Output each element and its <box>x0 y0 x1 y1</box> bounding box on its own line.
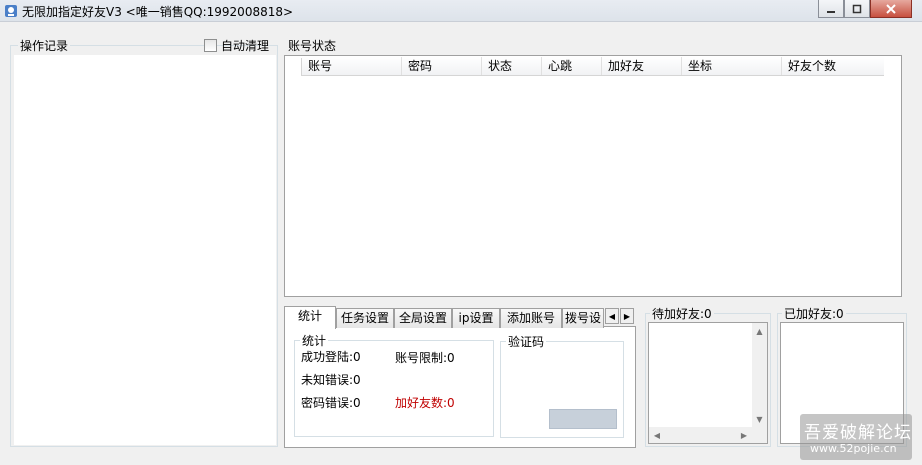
unknown-error-label: 未知错误: <box>301 373 354 387</box>
added-friends-count: 0 <box>836 307 844 321</box>
account-limit-stat: 账号限制:0 <box>395 349 455 366</box>
tab-task-settings[interactable]: 任务设置 <box>336 308 394 328</box>
account-status-table[interactable] <box>284 55 902 297</box>
tab-dial-settings[interactable]: 拨号设 <box>562 308 604 328</box>
account-limit-value: 0 <box>447 351 455 365</box>
tab-scroll-right-button[interactable]: ▶ <box>620 308 634 324</box>
password-error-label: 密码错误: <box>301 396 354 410</box>
column-header-password[interactable]: 密码 <box>402 57 482 75</box>
tab-strip: 统计 任务设置 全局设置 ip设置 添加账号 拨号设 ◀ ▶ <box>284 306 636 329</box>
minimize-button[interactable] <box>818 0 844 18</box>
arrow-left-icon: ◀ <box>653 430 661 440</box>
close-button[interactable] <box>870 0 912 18</box>
pending-friends-header: 待加好友:0 <box>650 305 714 322</box>
column-header-status[interactable]: 状态 <box>482 57 542 75</box>
added-friends-header: 已加好友:0 <box>782 305 846 322</box>
auto-clear-checkbox[interactable] <box>204 39 217 52</box>
auto-clear-label: 自动清理 <box>221 39 270 53</box>
scroll-left-button[interactable]: ◀ <box>649 427 665 443</box>
account-table-header: 账号 密码 状态 心跳 加好友 坐标 好友个数 <box>302 57 884 76</box>
pending-horizontal-scrollbar[interactable]: ◀ ▶ <box>649 427 752 443</box>
password-error-stat: 密码错误:0 <box>301 394 361 411</box>
captcha-group-title: 验证码 <box>506 333 547 350</box>
app-icon <box>5 5 17 17</box>
success-login-value: 0 <box>353 350 361 364</box>
add-friends-stat: 加好友数:0 <box>395 394 455 411</box>
column-header-heartbeat[interactable]: 心跳 <box>542 57 602 75</box>
success-login-label: 成功登陆: <box>301 350 354 364</box>
column-header-add-friend[interactable]: 加好友 <box>602 57 682 75</box>
scroll-right-button[interactable]: ▶ <box>736 427 752 443</box>
row-selector-header <box>287 58 302 76</box>
watermark-line2: www.52pojie.cn <box>810 442 897 455</box>
pending-friends-list[interactable] <box>648 322 768 444</box>
maximize-button[interactable] <box>844 0 870 18</box>
tab-global-settings[interactable]: 全局设置 <box>394 308 452 328</box>
arrow-left-icon: ◀ <box>608 311 616 321</box>
unknown-error-stat: 未知错误:0 <box>301 371 361 388</box>
minimize-icon <box>827 10 835 13</box>
add-friends-label: 加好友数: <box>395 396 448 410</box>
arrow-right-icon: ▶ <box>623 311 631 321</box>
pending-friends-label: 待加好友: <box>652 307 705 321</box>
pending-vertical-scrollbar[interactable]: ▲ ▼ <box>752 323 767 427</box>
column-header-coordinates[interactable]: 坐标 <box>682 57 782 75</box>
statistics-group-title: 统计 <box>300 332 329 349</box>
arrow-down-icon: ▼ <box>756 414 763 424</box>
added-friends-label: 已加好友: <box>784 307 837 321</box>
scroll-down-button[interactable]: ▼ <box>752 411 767 427</box>
arrow-up-icon: ▲ <box>756 326 763 336</box>
pending-friends-count: 0 <box>704 307 712 321</box>
watermark-line1: 吾爱破解论坛 <box>804 423 912 443</box>
tab-scroll-left-button[interactable]: ◀ <box>605 308 619 324</box>
add-friends-value: 0 <box>447 396 455 410</box>
password-error-value: 0 <box>353 396 361 410</box>
account-limit-label: 账号限制: <box>395 351 448 365</box>
tab-ip-settings[interactable]: ip设置 <box>452 308 500 328</box>
column-header-account[interactable]: 账号 <box>302 57 402 75</box>
column-header-friend-count[interactable]: 好友个数 <box>782 57 884 75</box>
title-bar[interactable]: 无限加指定好友V3 <唯一销售QQ:1992008818> <box>0 0 922 22</box>
tab-add-account[interactable]: 添加账号 <box>500 308 562 328</box>
tab-statistics[interactable]: 统计 <box>284 306 336 329</box>
operation-log-title: 操作记录 <box>18 37 71 54</box>
maximize-icon <box>852 4 862 13</box>
captcha-input[interactable] <box>549 409 617 429</box>
close-icon <box>886 3 896 14</box>
arrow-right-icon: ▶ <box>740 430 748 440</box>
unknown-error-value: 0 <box>353 373 361 387</box>
success-login-stat: 成功登陆:0 <box>301 348 361 365</box>
scroll-up-button[interactable]: ▲ <box>752 323 767 339</box>
scrollbar-corner <box>752 427 767 443</box>
operation-log-list[interactable] <box>14 55 276 445</box>
window-title: 无限加指定好友V3 <唯一销售QQ:1992008818> <box>22 5 294 19</box>
account-status-title: 账号状态 <box>288 39 337 53</box>
